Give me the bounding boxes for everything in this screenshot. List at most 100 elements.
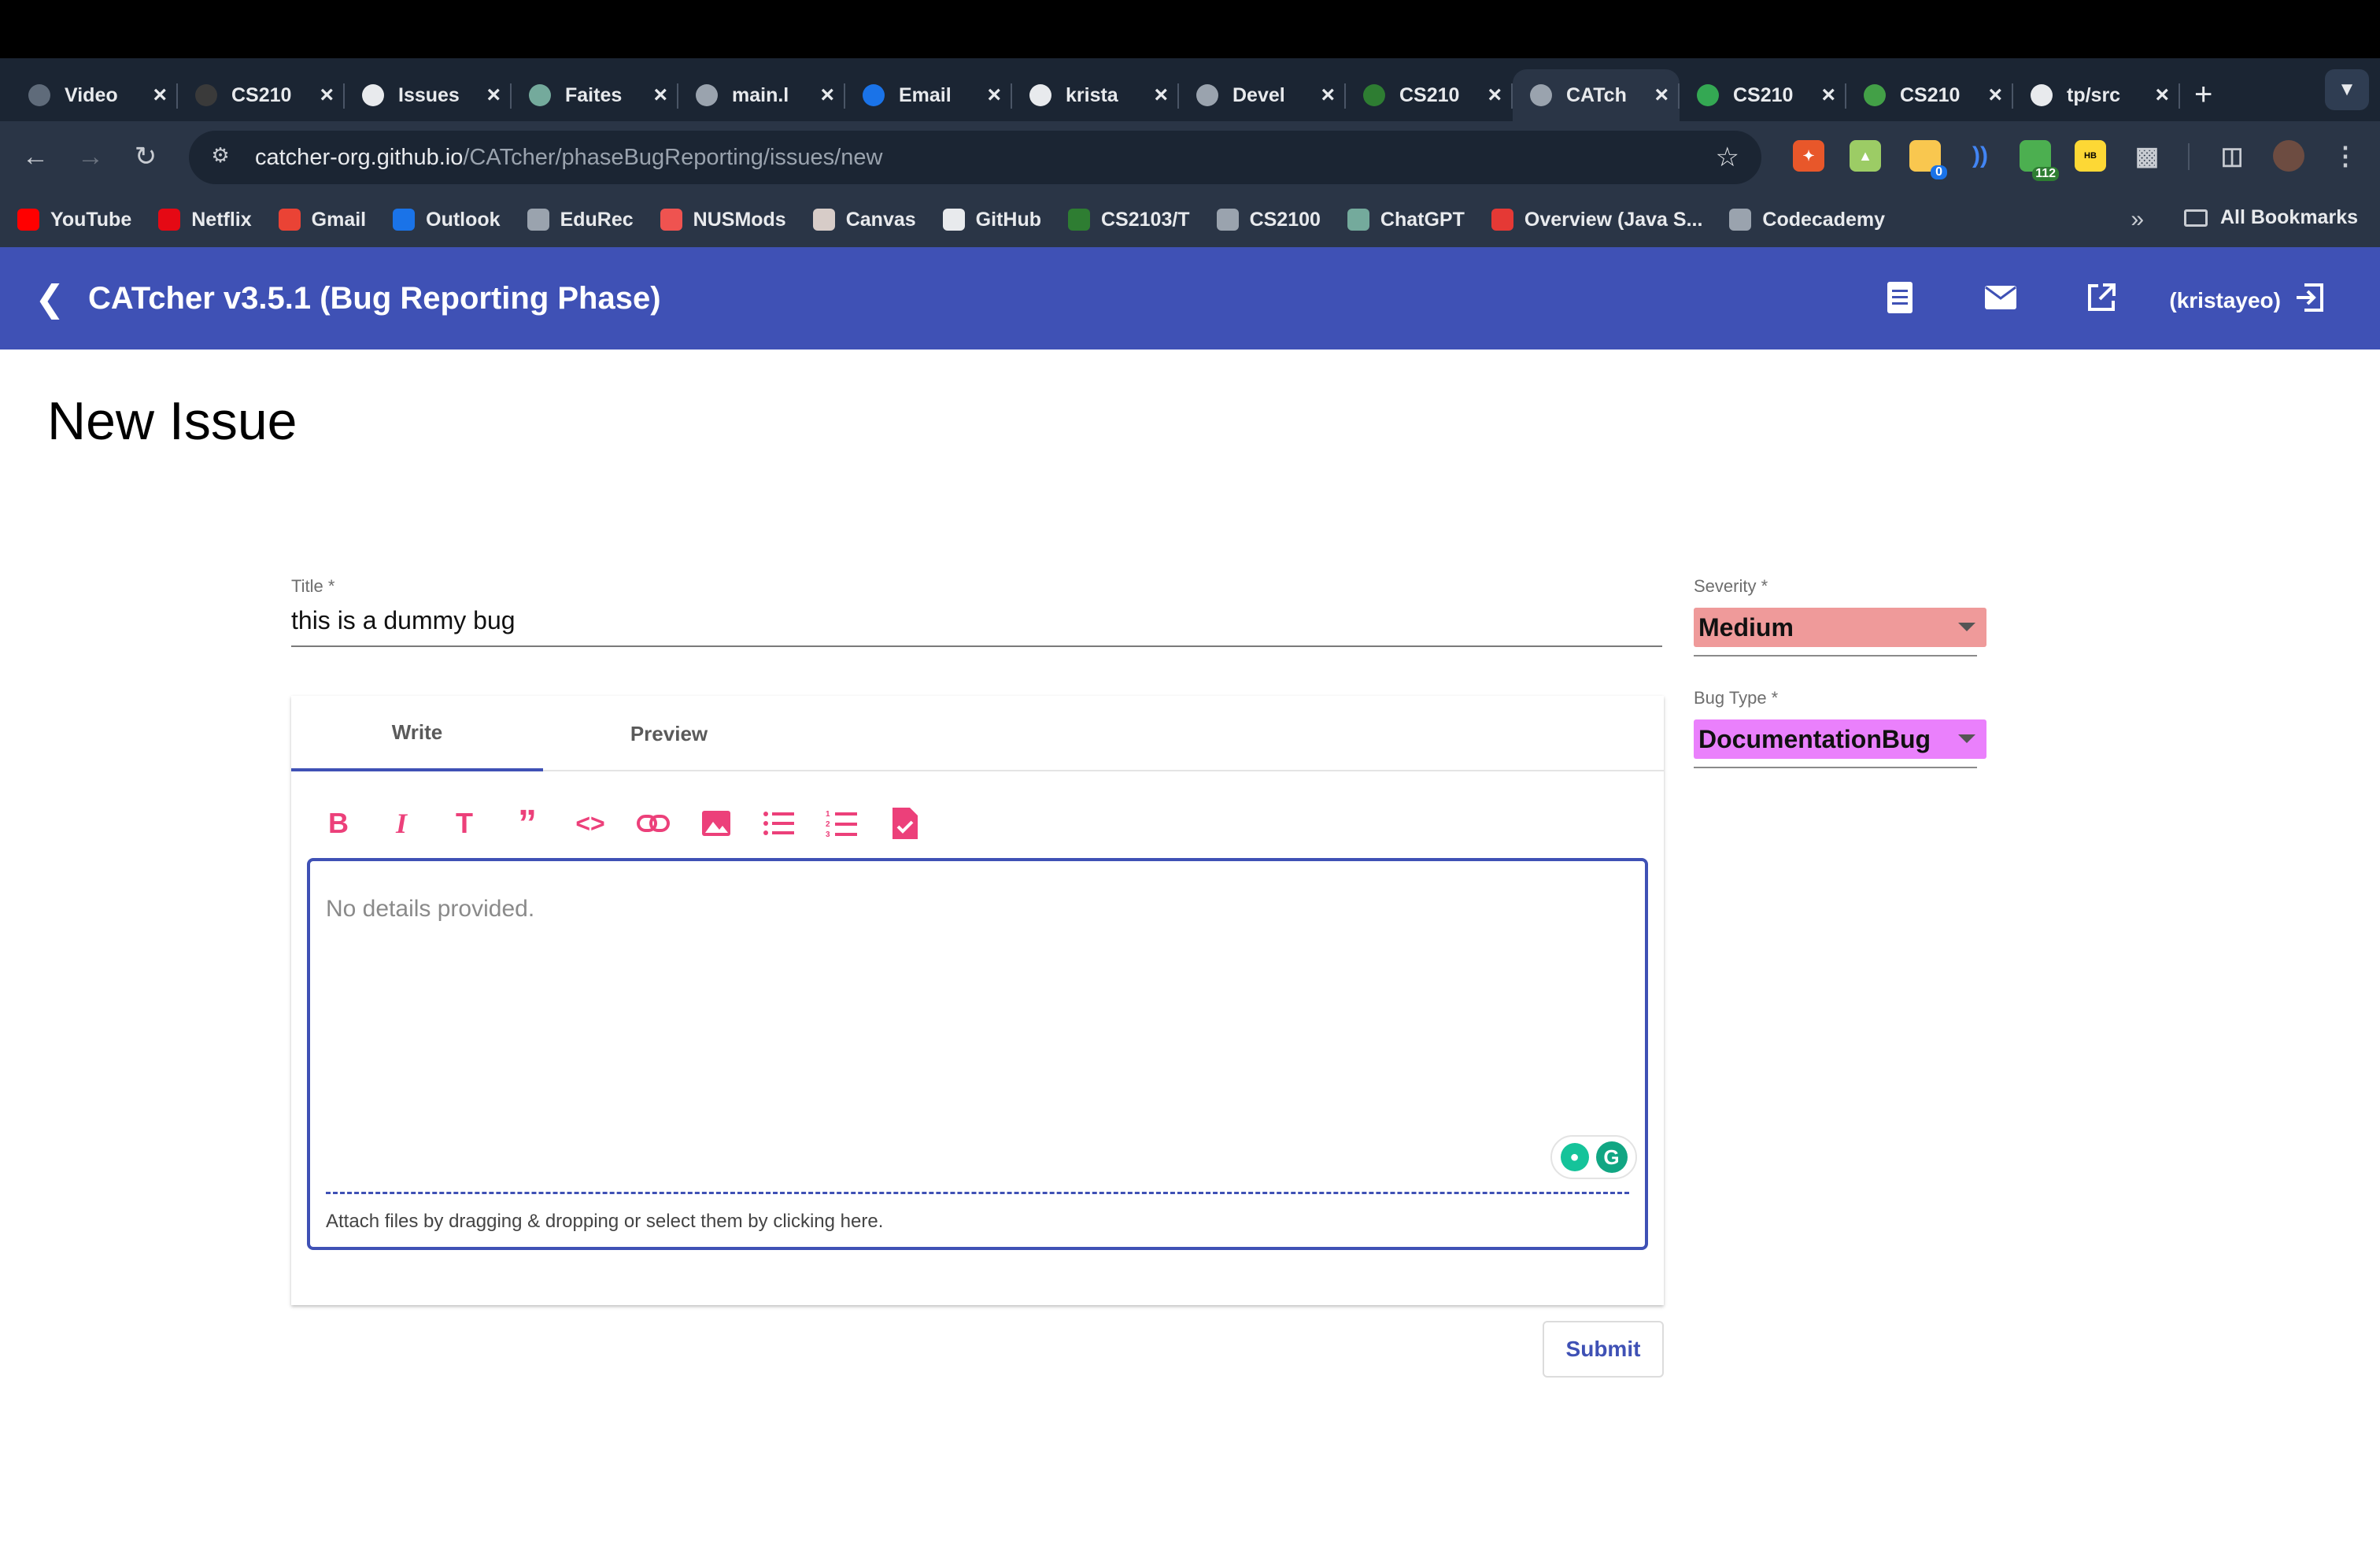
extension-audio-icon[interactable]: )): [1964, 140, 1996, 172]
reload-icon[interactable]: ↻: [118, 141, 173, 172]
browser-tab[interactable]: CS210 ×: [178, 69, 345, 121]
extension-landscape-icon[interactable]: ▲: [1850, 140, 1881, 172]
close-tab-icon[interactable]: ×: [1154, 82, 1168, 109]
browser-tab-title: Faites: [565, 83, 623, 106]
bookmark-label: YouTube: [50, 208, 132, 231]
back-chevron-icon[interactable]: ❮: [35, 277, 82, 320]
bookmark-item[interactable]: GitHub: [942, 209, 1041, 231]
browser-tab[interactable]: Video ×: [11, 69, 178, 121]
site-info-icon[interactable]: ⚙: [206, 143, 235, 172]
heading-icon[interactable]: T: [445, 804, 483, 842]
bookmark-star-icon[interactable]: ☆: [1716, 142, 1739, 173]
close-tab-icon[interactable]: ×: [320, 82, 334, 109]
numbered-list-icon[interactable]: 123: [823, 804, 861, 842]
app-title: CATcher v3.5.1 (Bug Reporting Phase): [88, 280, 661, 316]
bulleted-list-icon[interactable]: [760, 804, 798, 842]
browser-tab[interactable]: Issues ×: [345, 69, 512, 121]
browser-tab[interactable]: Faites ×: [512, 69, 678, 121]
all-bookmarks-button[interactable]: All Bookmarks: [2183, 206, 2358, 229]
bookmark-item[interactable]: ChatGPT: [1347, 209, 1465, 231]
side-panel-icon[interactable]: ◫: [2216, 140, 2248, 172]
grammarly-widget[interactable]: ● G: [1550, 1135, 1637, 1179]
issues-list-icon[interactable]: [1881, 279, 1919, 316]
close-tab-icon[interactable]: ×: [1821, 82, 1835, 109]
browser-tab[interactable]: CS210 ×: [1680, 69, 1846, 121]
close-tab-icon[interactable]: ×: [1654, 82, 1669, 109]
bookmark-item[interactable]: Gmail: [278, 208, 367, 231]
new-tab-icon[interactable]: +: [2194, 77, 2212, 113]
bug-type-underline: [1694, 767, 1977, 768]
close-tab-icon[interactable]: ×: [820, 82, 834, 109]
italic-icon[interactable]: I: [382, 804, 420, 842]
more-bookmarks-icon[interactable]: »: [2131, 206, 2144, 233]
bookmark-item[interactable]: CS2100: [1216, 209, 1321, 231]
bookmark-item[interactable]: Canvas: [812, 208, 916, 231]
description-textarea[interactable]: No details provided. ● G Attach files by…: [307, 858, 1648, 1250]
title-label: Title *: [291, 576, 335, 596]
bookmark-label: Overview (Java S...: [1524, 208, 1703, 231]
close-tab-icon[interactable]: ×: [1988, 82, 2002, 109]
severity-select[interactable]: Medium: [1694, 608, 1986, 647]
bookmark-label: Canvas: [845, 208, 916, 231]
extension-orange-icon[interactable]: ✦: [1793, 140, 1824, 172]
close-tab-icon[interactable]: ×: [987, 82, 1001, 109]
browser-tab[interactable]: main.l ×: [678, 69, 845, 121]
profile-avatar[interactable]: [2273, 140, 2304, 172]
browser-tab[interactable]: Devel ×: [1179, 69, 1346, 121]
mail-icon[interactable]: [1982, 279, 2020, 316]
open-external-icon[interactable]: [2082, 279, 2120, 316]
attach-files-hint[interactable]: Attach files by dragging & dropping or s…: [326, 1211, 883, 1233]
bold-icon[interactable]: B: [320, 804, 357, 842]
title-input[interactable]: this is a dummy bug: [291, 606, 516, 635]
video-icon: [28, 84, 50, 106]
tab-write[interactable]: Write: [291, 696, 543, 771]
bookmark-item[interactable]: YouTube: [17, 209, 131, 231]
more-menu-icon[interactable]: ⋮: [2330, 140, 2361, 172]
close-tab-icon[interactable]: ×: [1321, 82, 1335, 109]
extension-counter-icon[interactable]: 112: [2020, 140, 2059, 181]
browser-tab[interactable]: CS210 ×: [1846, 69, 2013, 121]
bookmark-item[interactable]: CS2103/T: [1068, 209, 1190, 231]
bug-type-select[interactable]: DocumentationBug: [1694, 719, 1986, 759]
close-tab-icon[interactable]: ×: [486, 82, 501, 109]
grammarly-icon[interactable]: G: [1595, 1141, 1628, 1173]
code-icon[interactable]: <>: [571, 804, 609, 842]
extension-notes-icon[interactable]: 0: [1909, 140, 1947, 179]
bookmark-item[interactable]: Outlook: [393, 209, 501, 231]
notes-badge: 0: [1931, 165, 1947, 179]
link-icon[interactable]: [634, 804, 672, 842]
lightbulb-icon[interactable]: ●: [1560, 1143, 1589, 1171]
browser-tab[interactable]: Email ×: [845, 69, 1012, 121]
browser-tab[interactable]: CS210 ×: [1346, 69, 1513, 121]
tab-separator: [2179, 83, 2180, 109]
bookmark-item[interactable]: Codecademy: [1729, 209, 1885, 231]
file-check-icon[interactable]: [886, 804, 924, 842]
folder-icon: [2183, 209, 2208, 227]
submit-button[interactable]: Submit: [1543, 1321, 1664, 1378]
close-tab-icon[interactable]: ×: [1488, 82, 1502, 109]
severity-value: Medium: [1698, 612, 1794, 642]
tab-search-button[interactable]: ▼: [2325, 69, 2369, 110]
close-tab-icon[interactable]: ×: [2155, 82, 2169, 109]
bookmark-label: Netflix: [191, 208, 252, 231]
severity-label: Severity *: [1694, 576, 1768, 596]
bookmark-item[interactable]: NUSMods: [660, 209, 786, 231]
bookmark-item[interactable]: Netflix: [158, 208, 252, 231]
extension-halfbold-icon[interactable]: HB: [2075, 140, 2106, 172]
back-arrow-icon[interactable]: ←: [8, 142, 63, 172]
address-bar[interactable]: ⚙ catcher-org.github.io/CATcher/phaseBug…: [189, 131, 1761, 184]
quote-icon[interactable]: ”: [508, 803, 546, 845]
forward-arrow-icon[interactable]: →: [63, 142, 118, 172]
image-icon[interactable]: [697, 804, 735, 842]
bookmark-label: Gmail: [311, 208, 367, 231]
browser-tab[interactable]: tp/src ×: [2013, 69, 2180, 121]
bookmark-item[interactable]: EduRec: [527, 209, 634, 231]
logout-button[interactable]: (kristayeo): [2169, 282, 2325, 319]
browser-tab[interactable]: krista ×: [1012, 69, 1179, 121]
browser-tab[interactable]: CATch ×: [1513, 69, 1680, 121]
tab-preview[interactable]: Preview: [543, 696, 795, 771]
close-tab-icon[interactable]: ×: [153, 82, 167, 109]
puzzle-icon[interactable]: ▩: [2131, 140, 2163, 172]
close-tab-icon[interactable]: ×: [653, 82, 667, 109]
bookmark-item[interactable]: Overview (Java S...: [1491, 208, 1703, 231]
